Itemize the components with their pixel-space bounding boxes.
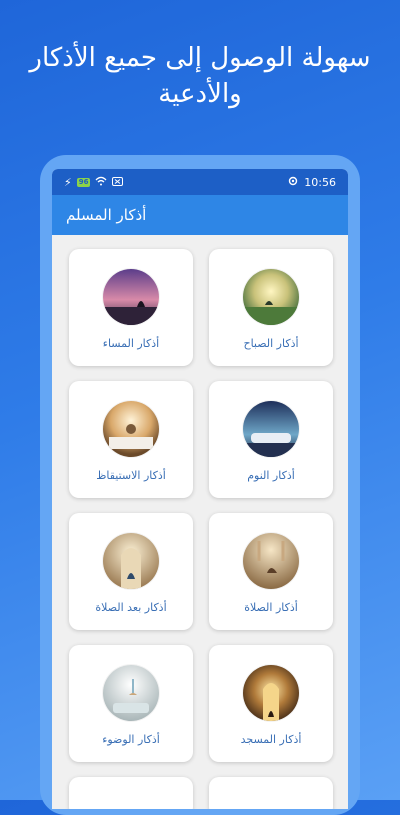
card-ablution-azkar[interactable]: أذكار الوضوء xyxy=(69,645,193,762)
card-partial[interactable] xyxy=(209,777,333,809)
status-right: 10:56 xyxy=(288,176,336,189)
card-morning-azkar[interactable]: أذكار الصباح xyxy=(209,249,333,366)
card-evening-azkar[interactable]: أذكار المساء xyxy=(69,249,193,366)
card-label: أذكار النوم xyxy=(247,469,295,482)
battery-badge: 96 xyxy=(76,177,91,187)
status-bar: ⚡ 96 10:56 xyxy=(52,169,348,195)
azkar-grid: أذكار الصباح أذكار المساء أذكار النوم أذ… xyxy=(52,235,348,809)
card-after-prayer-azkar[interactable]: أذكار بعد الصلاة xyxy=(69,513,193,630)
card-label: أذكار بعد الصلاة xyxy=(95,601,167,614)
sim-icon xyxy=(112,176,124,189)
after-prayer-scene-icon xyxy=(103,533,159,589)
card-label: أذكار المسجد xyxy=(240,733,302,746)
card-label: أذكار الوضوء xyxy=(102,733,160,746)
app-bar: أذكار المسلم xyxy=(52,195,348,235)
status-time: 10:56 xyxy=(304,175,336,189)
app-title: أذكار المسلم xyxy=(66,206,147,224)
morning-scene-icon xyxy=(243,269,299,325)
promo-headline: سهولة الوصول إلى جميع الأذكار والأدعية xyxy=(29,43,371,109)
card-label: أذكار الصباح xyxy=(243,337,299,350)
card-sleep-azkar[interactable]: أذكار النوم xyxy=(209,381,333,498)
evening-scene-icon xyxy=(103,269,159,325)
wifi-icon xyxy=(95,176,107,189)
card-label: أذكار الصلاة xyxy=(244,601,298,614)
settings-icon xyxy=(288,176,298,189)
card-label: أذكار المساء xyxy=(102,337,160,350)
card-waking-azkar[interactable]: أذكار الاستيقاظ xyxy=(69,381,193,498)
charging-icon: ⚡ xyxy=(64,175,72,189)
app-screen: ⚡ 96 10:56 أذكار المسلم أذكار الصباح أذك… xyxy=(52,169,348,809)
sleep-scene-icon xyxy=(243,401,299,457)
card-mosque-azkar[interactable]: أذكار المسجد xyxy=(209,645,333,762)
card-partial[interactable] xyxy=(69,777,193,809)
status-icons: ⚡ 96 xyxy=(64,175,124,189)
phone-frame: ⚡ 96 10:56 أذكار المسلم أذكار الصباح أذك… xyxy=(40,155,360,815)
prayer-scene-icon xyxy=(243,533,299,589)
waking-scene-icon xyxy=(103,401,159,457)
card-prayer-azkar[interactable]: أذكار الصلاة xyxy=(209,513,333,630)
ablution-scene-icon xyxy=(103,665,159,721)
mosque-scene-icon xyxy=(243,665,299,721)
card-label: أذكار الاستيقاظ xyxy=(96,469,166,482)
